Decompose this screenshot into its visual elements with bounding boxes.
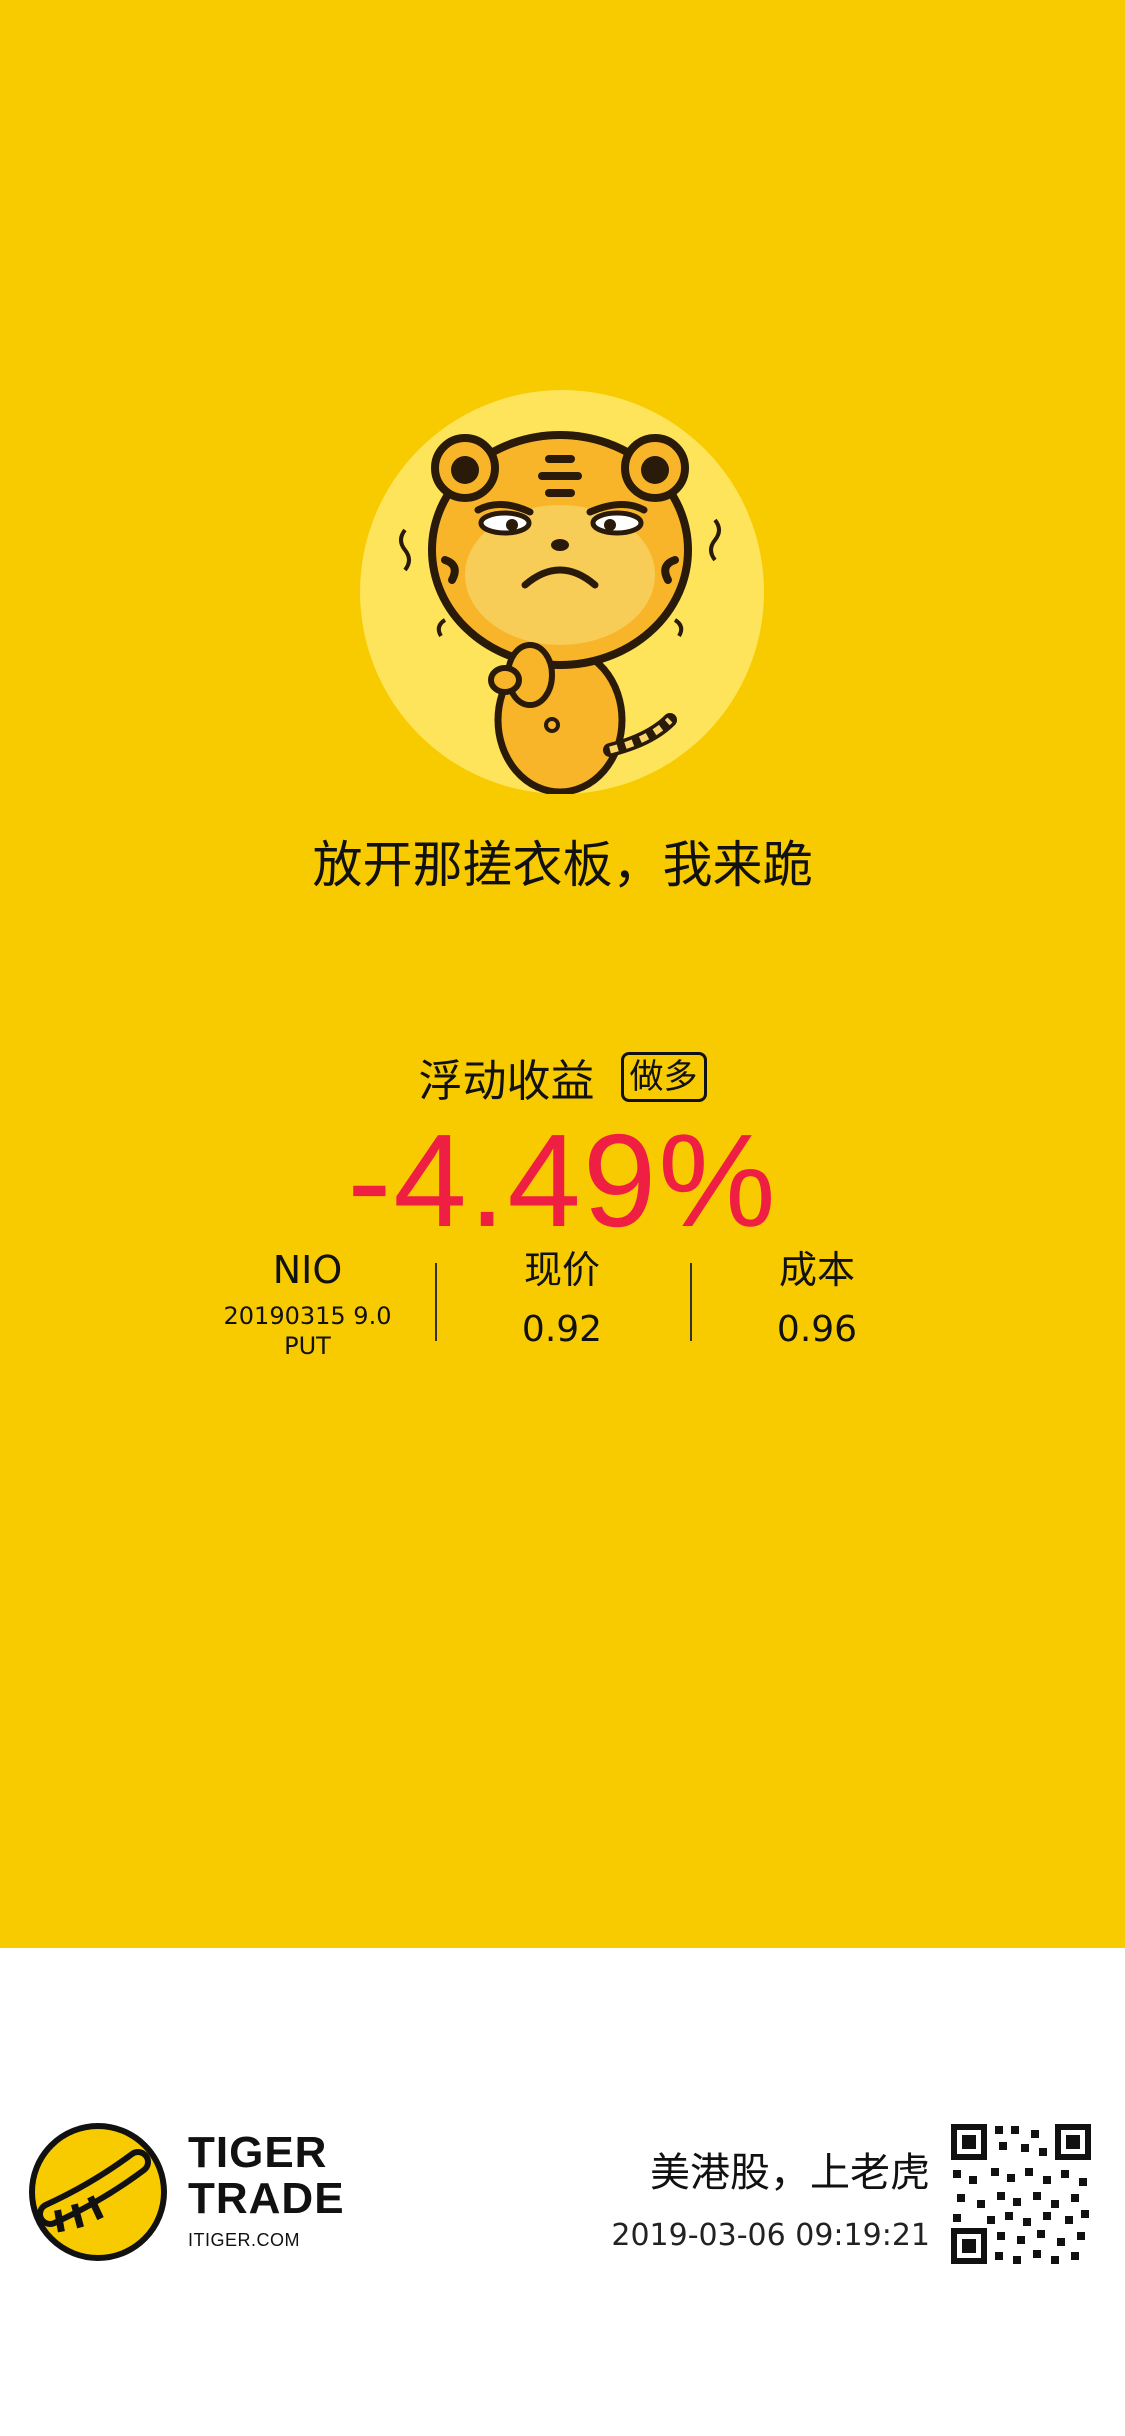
stats-divider xyxy=(690,1263,692,1341)
brand-line-2: TRADE xyxy=(188,2174,345,2223)
cost-label: 成本 xyxy=(778,1248,855,1292)
cost-value: 0.96 xyxy=(776,1309,858,1350)
symbol-column: NIO 20190315 9.0 PUT xyxy=(205,1245,410,1361)
mood-caption: 放开那搓衣板，我来跪 xyxy=(312,836,813,894)
slogan: 美港股，上老虎 xyxy=(650,2150,930,2196)
qr-code-icon xyxy=(947,2120,1095,2268)
floating-profit-header: 浮动收益 做多 xyxy=(0,1045,1125,1109)
contract-detail: 20190315 9.0 xyxy=(223,1302,392,1330)
cost-column: 成本 0.96 xyxy=(717,1245,917,1355)
current-price-column: 现价 0.92 xyxy=(462,1245,662,1355)
floating-profit-percent: -4.49% xyxy=(347,1107,778,1254)
contract-type: PUT xyxy=(284,1332,331,1360)
share-card: 放开那搓衣板，我来跪 浮动收益 做多 -4.49% NIO 20190315 9… xyxy=(0,0,1125,1948)
position-direction-badge: 做多 xyxy=(620,1052,707,1102)
brand-website: ITIGER.COM xyxy=(188,2230,300,2250)
brand-wordmark: TIGER TRADE ITIGER.COM xyxy=(188,2130,345,2251)
floating-profit-label: 浮动收益 xyxy=(418,1056,595,1107)
brand-line-1: TIGER xyxy=(188,2128,328,2177)
symbol-label: NIO xyxy=(272,1248,343,1292)
stats-divider xyxy=(435,1263,437,1341)
current-price-label: 现价 xyxy=(523,1248,600,1292)
tiger-trade-logo-icon xyxy=(28,2122,168,2262)
tiger-mascot-icon xyxy=(360,390,764,794)
current-price-value: 0.92 xyxy=(521,1309,603,1350)
position-stats: NIO 20190315 9.0 PUT 现价 0.92 成本 0.96 xyxy=(0,1245,1125,1365)
timestamp: 2019-03-06 09:19:21 xyxy=(611,2218,930,2253)
